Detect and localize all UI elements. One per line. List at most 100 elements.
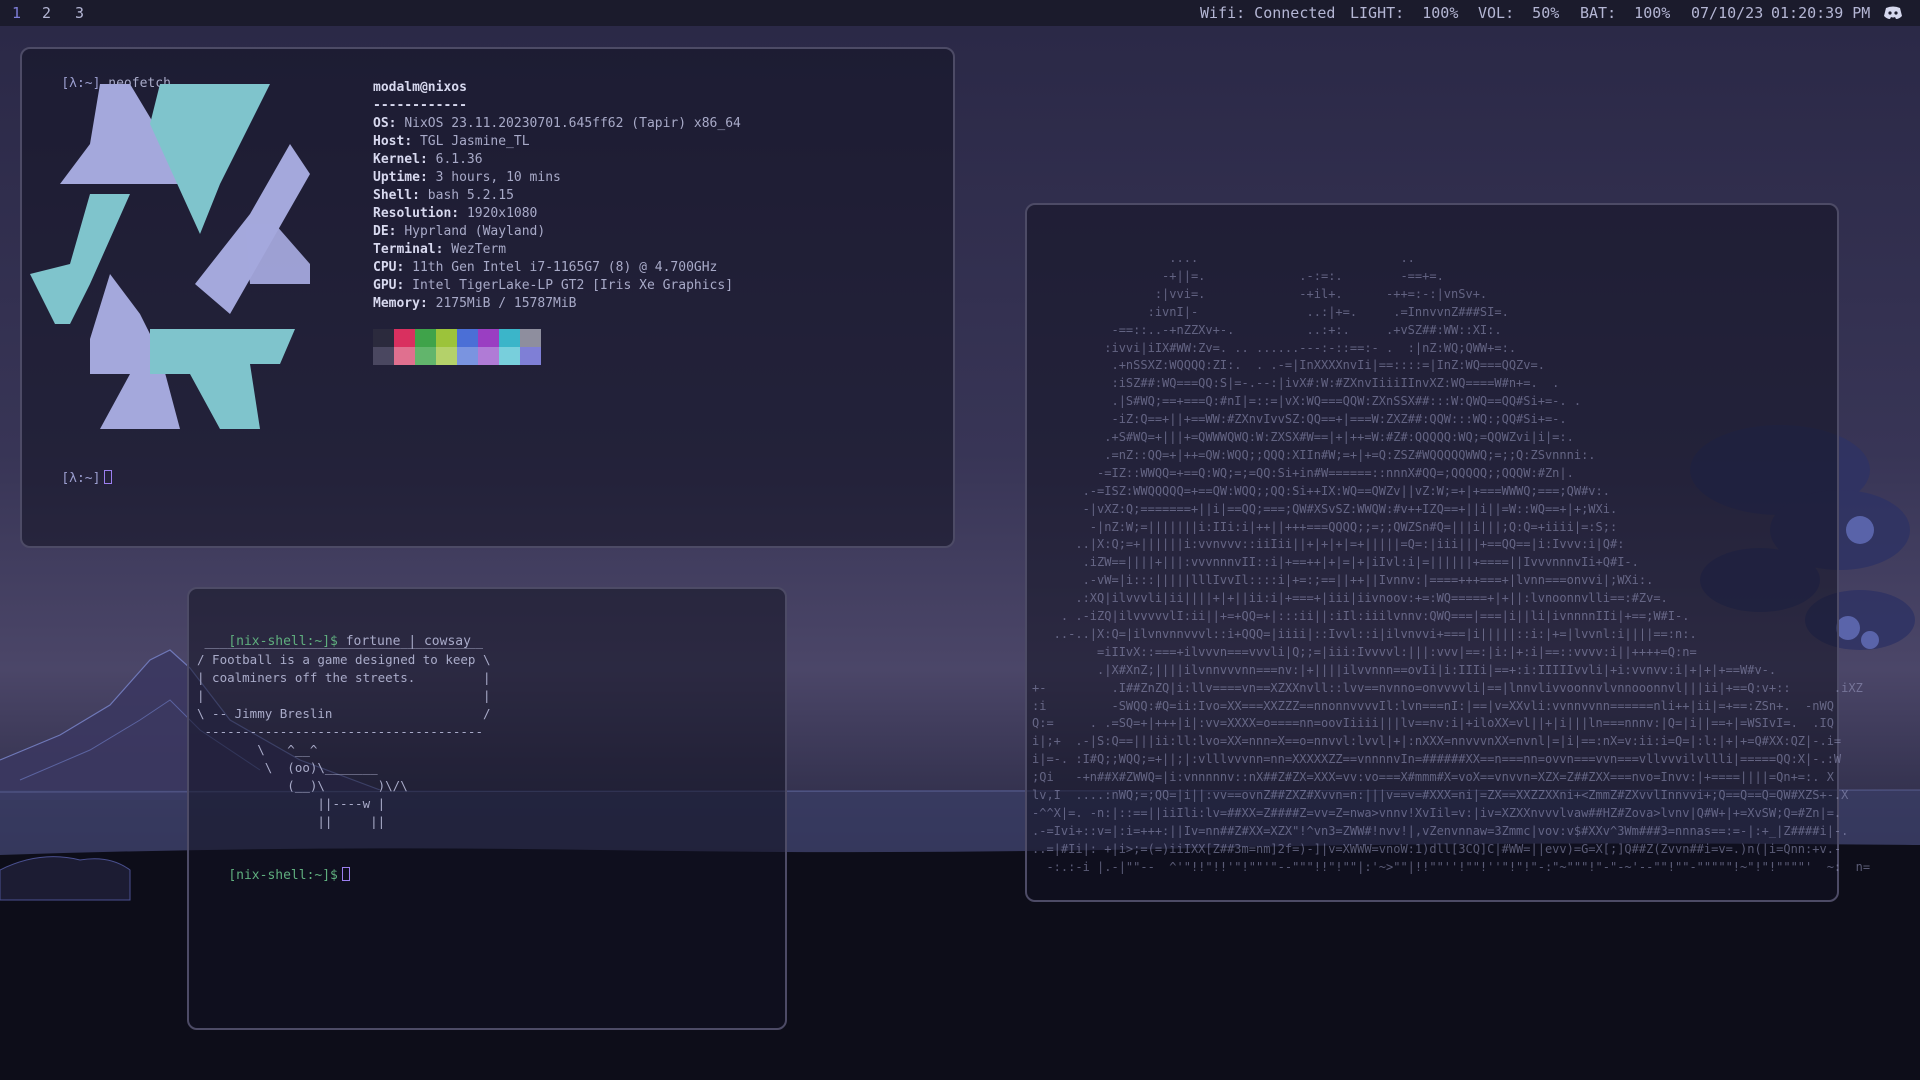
neofetch-info-memory: Memory: 2175MiB / 15787MiB: [373, 295, 577, 313]
ascii-art-line: lv,I ....:nWQ;=;QQ=|i||:vv==ovnZ##ZXZ#Xv…: [1032, 788, 1849, 802]
text-cursor: [341, 867, 350, 881]
color-swatch: [373, 329, 394, 347]
info-value: bash 5.2.15: [427, 188, 514, 203]
info-key: OS: [373, 116, 389, 131]
info-value: NixOS 23.11.20230701.645ff62 (Tapir) x86…: [404, 116, 741, 131]
info-key: Uptime: [373, 170, 420, 185]
color-swatch: [394, 329, 415, 347]
info-colon: :: [404, 134, 420, 149]
ascii-art-line: ..-..|X:Q=|ilvnvnnvvvl::i+QQQ=|iiii|::Iv…: [1032, 626, 1697, 641]
color-swatch: [415, 329, 436, 347]
cowsay-line: \ -- Jimmy Breslin /: [197, 706, 491, 721]
cowsay-line: | coalminers off the streets. |: [197, 670, 491, 685]
ascii-art-line: :ivvi|iIX#WW:Zv=. .. ......---:-::==:- .…: [1032, 340, 1517, 355]
volume-status: VOL: 50%: [1478, 4, 1560, 22]
idle-command-line[interactable]: [λ:~]: [30, 452, 113, 506]
color-swatch: [478, 347, 499, 365]
ascii-art-line: .iZW==||||+|||:vvvnnnvII::i|+==++|+|=|+|…: [1032, 555, 1639, 570]
ascii-art-line: .|S#WQ;==+===Q:#nI|=::=|vX:WQ===QQW:ZXnS…: [1032, 394, 1582, 409]
status-bar: 1 2 3 Wifi: Connected LIGHT: 100% VOL: 5…: [0, 0, 1920, 26]
ascii-art-line: ..=|#Ii|: +|i>;=(=)iiIXX[Z##3m=nm]2f=)-]…: [1032, 841, 1842, 856]
terminal-window-neofetch[interactable]: [λ:~] neofetch modalm@nixos ------------…: [20, 47, 955, 548]
color-swatch: [478, 329, 499, 347]
cowsay-line: || ||: [197, 814, 386, 829]
date: 07/10/23: [1691, 4, 1764, 22]
neofetch-info-kernel: Kernel: 6.1.36: [373, 151, 483, 169]
terminal-window-nix-shell[interactable]: [nix-shell:~]$ fortune | cowsay [nix-she…: [187, 587, 787, 1030]
separator-text: ------------: [373, 98, 467, 113]
info-value: 2175MiB / 15787MiB: [435, 296, 577, 311]
info-value: 6.1.36: [435, 152, 483, 167]
clock: 01:20:39 PM: [1771, 4, 1871, 22]
neofetch-info-terminal: Terminal: WezTerm: [373, 241, 506, 259]
ascii-art-line: Q:= . .=SQ=+|+++|i|:vv=XXXX=o====nn=oovI…: [1032, 716, 1834, 731]
wifi-status: Wifi: Connected: [1200, 4, 1336, 22]
info-colon: :: [435, 242, 452, 257]
info-value: 11th Gen Intel i7-1165G7 (8) @ 4.700GHz: [412, 260, 718, 275]
ascii-art-line: :|vvi=. -+il+. -++=:-:|vnSv+.: [1032, 286, 1488, 301]
color-swatch: [520, 329, 541, 347]
neofetch-info-os: OS: NixOS 23.11.20230701.645ff62 (Tapir)…: [373, 115, 741, 133]
cowsay-line: (__)\ )\/\: [197, 778, 408, 793]
nixos-logo-icon: [30, 84, 310, 429]
info-colon: :: [388, 116, 405, 131]
info-key: Memory: [373, 296, 420, 311]
idle-command-line[interactable]: [nix-shell:~]$: [197, 849, 350, 903]
color-swatch: [436, 347, 457, 365]
cowsay-line: -------------------------------------: [197, 724, 483, 739]
info-colon: :: [396, 260, 413, 275]
ascii-art-line: .-=Ivi+::v=|:i=+++:||Iv=nn##Z#XX=XZX"!^v…: [1032, 823, 1849, 838]
ascii-art-line: . .-iZQ|ilvvvvvlI:ii||+=+QQ=+|:::ii||:iI…: [1032, 609, 1690, 623]
info-colon: :: [451, 206, 467, 221]
workspace-1[interactable]: 1: [12, 0, 21, 26]
color-swatch: [499, 329, 520, 347]
neofetch-user: modalm@nixos: [373, 79, 467, 97]
cowsay-line: \ (oo)\_______: [197, 760, 378, 775]
info-value: 3 hours, 10 mins: [435, 170, 561, 185]
bush-left: [0, 856, 131, 901]
cowsay-line: _____________________________________: [197, 634, 483, 649]
cowsay-line: \ ^__^: [197, 742, 318, 757]
info-key: GPU: [373, 278, 397, 293]
cowsay-line: / Football is a game designed to keep \: [197, 652, 491, 667]
ascii-art-line: :i -SWQQ:#Q=ii:Ivo=XX===XXZZZ==nnonnvvvv…: [1032, 698, 1834, 713]
info-value: Hyprland (Wayland): [404, 224, 546, 239]
cowsay-line: | |: [197, 688, 491, 703]
ascii-art-line: -+||=. .-:=:. -==+=.: [1032, 268, 1444, 283]
color-swatch: [520, 347, 541, 365]
info-colon: :: [419, 170, 436, 185]
ascii-art-line: :ivnI|- ..:|+=. .=InnvvnZ###SI=.: [1032, 304, 1509, 319]
ascii-art-line: ..|X:Q;=+||||||i:vvnvvv::iiIii||+|+|+|=+…: [1032, 537, 1625, 552]
ascii-art-line: =iIIvX::===+ilvvvn===vvvli|Q;;=|iii:Ivvv…: [1032, 644, 1697, 659]
ascii-art-line: .+nSSXZ:WQQQQ:ZI:. . .-=|InXXXXnvIi|==::…: [1032, 358, 1545, 373]
color-swatch: [415, 347, 436, 365]
text-cursor: [104, 470, 113, 484]
info-key: Shell: [373, 188, 413, 203]
ascii-art-line: -:.:-i |.-|""-- ^'"!!"!!'"!""'"--"""!!"!…: [1032, 859, 1871, 874]
workspace-3[interactable]: 3: [75, 0, 84, 26]
ascii-art-line: .... ..: [1032, 251, 1415, 265]
ascii-art-line: -iZ:Q==+||+==WW:#ZXnvIvvSZ:QQ==+|===W:ZX…: [1032, 412, 1567, 427]
brightness-status: LIGHT: 100%: [1350, 4, 1459, 22]
info-colon: :: [419, 296, 436, 311]
workspace-2[interactable]: 2: [42, 0, 51, 26]
neofetch-separator: ------------: [373, 97, 467, 115]
ascii-art-line: .=nZ::QQ=+|++=QW:WQQ;;QQQ:XIIn#W;=+|+=Q:…: [1032, 447, 1596, 462]
info-value: Intel TigerLake-LP GT2 [Iris Xe Graphics…: [412, 278, 734, 293]
battery-status: BAT: 100%: [1580, 4, 1671, 22]
info-key: Kernel: [373, 152, 420, 167]
cowsay-line: ||----w |: [197, 796, 386, 811]
ascii-art-line: .-vW=|i:::|||||lllIvvIl::::i|+=:;==||++|…: [1032, 573, 1654, 588]
color-swatch: [457, 329, 478, 347]
ascii-art-line: .+S#WQ=+|||+=QWWWQWQ:W:ZXSX#W==|+|++=W:#…: [1032, 430, 1574, 444]
shell-prompt: [nix-shell:~]$: [228, 868, 338, 883]
ascii-art-line: i|=-. :I#Q;;WQQ;=+||;|:vlllvvvnn=nn=XXXX…: [1032, 752, 1842, 767]
discord-icon[interactable]: [1883, 6, 1903, 20]
shell-prompt: [λ:~]: [61, 471, 101, 486]
ascii-art-line: -==::..-+nZZXv+-. ..:+:. .+vSZ##:WW::XI:…: [1032, 322, 1502, 337]
color-swatch: [373, 347, 394, 365]
neofetch-info-gpu: GPU: Intel TigerLake-LP GT2 [Iris Xe Gra…: [373, 277, 733, 295]
ascii-art-line: -=IZ::WWQQ=+==Q:WQ;=;=QQ:Si+in#W======::…: [1032, 465, 1574, 480]
info-key: Terminal: [373, 242, 436, 257]
color-swatch: [394, 347, 415, 365]
